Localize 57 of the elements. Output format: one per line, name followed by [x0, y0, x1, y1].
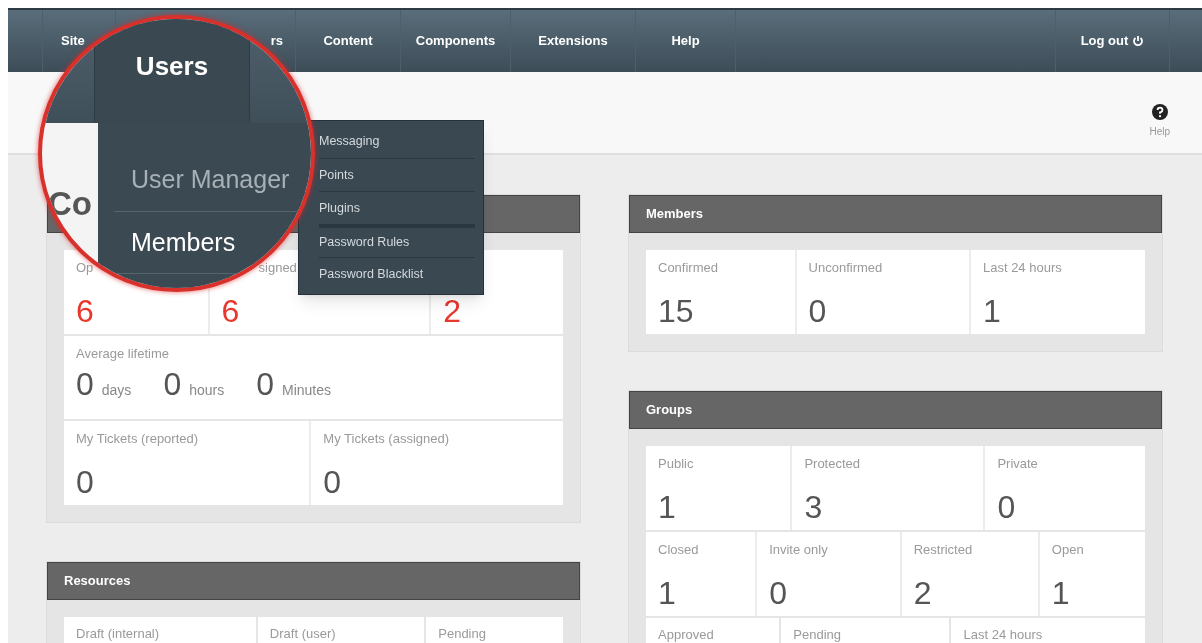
stat-value: 2 — [913, 573, 932, 612]
nav-item[interactable]: Help — [671, 31, 700, 51]
nav-item[interactable]: Extensions — [538, 31, 608, 51]
stat-value: 1 — [658, 573, 676, 612]
stat-label: Protected — [804, 455, 861, 473]
stat-label: Public — [658, 455, 694, 473]
stat-label: Open — [1051, 541, 1084, 559]
stat-value: 0 — [769, 573, 787, 612]
stat-label: My Tickets (reported) — [76, 430, 199, 448]
unit-label: days — [101, 380, 132, 400]
power-icon — [1132, 35, 1145, 47]
stat-value: 0 — [76, 364, 94, 404]
stat-label: Pending — [438, 626, 486, 641]
stat-label: Pending — [793, 627, 842, 642]
stat-value: 0 — [323, 462, 342, 501]
panel-title: Members — [646, 205, 704, 224]
stat-label: Unconfirmed — [808, 259, 883, 277]
stat-value: 0 — [163, 364, 182, 404]
stat-value: 0 — [76, 462, 94, 501]
stat-label: Draft (user) — [269, 626, 336, 641]
stat-label: Last 24 hours — [982, 259, 1062, 277]
nav-item[interactable]: Components — [415, 31, 496, 51]
stat-value: 6 — [221, 291, 240, 330]
submenu-item[interactable]: Password Rules — [319, 224, 475, 257]
stat-value: 2 — [443, 291, 462, 330]
stat-value: 3 — [804, 487, 823, 526]
stat-value: 6 — [76, 291, 94, 330]
submenu-item[interactable]: Plugins — [319, 191, 475, 224]
stat-label: Draft (internal) — [76, 626, 160, 641]
submenu-item[interactable]: Messaging — [319, 125, 475, 158]
stat-label: Private — [997, 455, 1038, 473]
stat-value: 1 — [982, 291, 1001, 330]
unit-label: hours — [189, 380, 225, 400]
nav-item[interactable]: Content — [323, 31, 373, 51]
stat-label: Closed — [658, 541, 699, 559]
stat-label: Confirmed — [658, 259, 718, 277]
panel-title: Groups — [646, 401, 693, 420]
submenu-item[interactable]: Points — [319, 158, 475, 191]
stat-label: Restricted — [913, 541, 973, 559]
stat-value: 15 — [658, 291, 694, 330]
help-icon — [1151, 104, 1168, 120]
stat-value: 0 — [808, 291, 827, 330]
stat-label: Op — [76, 259, 94, 277]
nav-tab[interactable]: Users — [94, 19, 250, 123]
stat-value: 0 — [997, 487, 1016, 526]
stat-label: Invite only — [769, 541, 828, 559]
stat-label: signed — [257, 259, 297, 277]
submenu-item[interactable]: Password Blacklist — [319, 257, 475, 290]
stat-label: Approved — [658, 627, 714, 642]
stat-label: Last 24 hours — [963, 627, 1043, 642]
stat-value: 1 — [658, 487, 676, 526]
stat-value: 0 — [256, 364, 274, 404]
stat-value: 1 — [1051, 573, 1070, 612]
unit-label: Minutes — [282, 380, 332, 400]
stat-label: My Tickets (assigned) — [323, 430, 450, 448]
stat-label: Average lifetime — [76, 345, 170, 363]
panel-title: Resources — [64, 572, 131, 591]
